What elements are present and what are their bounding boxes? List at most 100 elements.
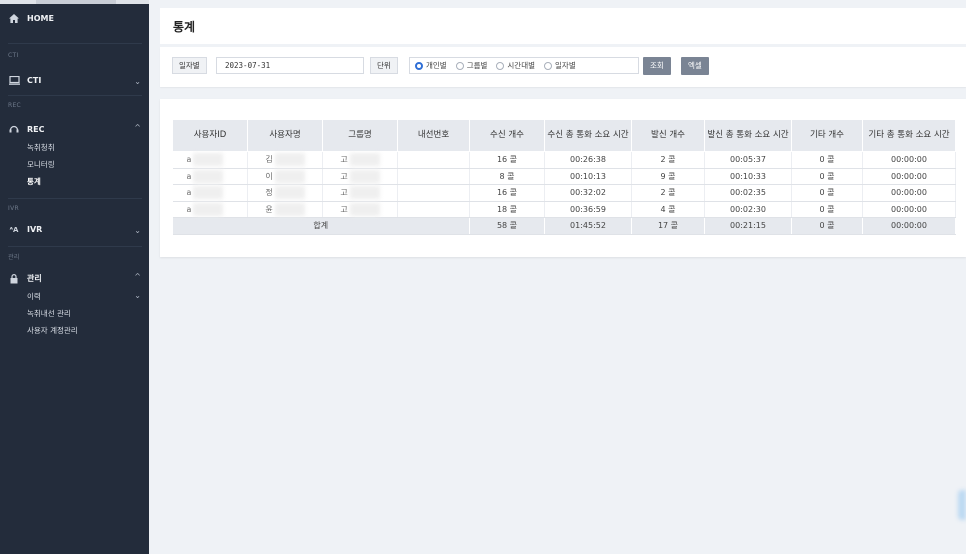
user-name-cell: 김 (247, 151, 323, 169)
unit-label: 단위 (370, 57, 398, 74)
ivr-icon: ᴬA (9, 225, 19, 234)
extension-cell (397, 184, 470, 202)
floating-widget-edge[interactable] (958, 490, 966, 520)
radio-hourly[interactable]: 시간대별 (496, 60, 535, 71)
other-duration-cell: 00:00:00 (862, 184, 956, 202)
radio-empty-icon (455, 61, 464, 70)
sidebar-subitem-user-account-management[interactable]: 사용자 계정관리 (27, 325, 78, 336)
inbound-count-cell: 16 콜 (469, 184, 545, 202)
group-name-cell: 고 (322, 168, 398, 185)
inbound-count-cell: 16 콜 (469, 151, 545, 169)
table-row[interactable]: a 정 고 16 콜 00:32:02 2 콜 00:02:35 0 콜 00:… (172, 184, 956, 202)
inbound-duration-cell: 00:26:38 (544, 151, 632, 169)
sidebar-item-admin[interactable]: 관리 (8, 273, 42, 284)
section-label-cti: CTI (8, 52, 19, 59)
chevron-up-icon[interactable]: ^ (134, 272, 141, 281)
sidebar-admin-label: 관리 (27, 274, 42, 283)
outbound-duration-cell: 00:05:37 (704, 151, 792, 169)
headset-icon (8, 124, 20, 134)
sidebar-rec-label: REC (27, 124, 45, 134)
total-outbound-duration: 00:21:15 (704, 217, 792, 235)
column-header: 기타 개수 (791, 119, 863, 152)
outbound-duration-cell: 00:02:30 (704, 201, 792, 218)
chevron-down-icon[interactable]: ⌄ (134, 226, 141, 235)
other-count-cell: 0 콜 (791, 201, 863, 218)
extension-cell (397, 151, 470, 169)
user-id-cell: a (172, 168, 248, 185)
statistics-table: 사용자ID 사용자명 그룹명 내선번호 수신 개수 수신 총 통화 소요 시간 … (172, 119, 956, 235)
sidebar: HOME CTI CTI ⌄ REC REC ^ 녹취청취 모니터링 통계 IV… (0, 0, 149, 554)
section-label-rec: REC (8, 102, 22, 109)
group-name-cell: 고 (322, 184, 398, 202)
other-duration-cell: 00:00:00 (862, 151, 956, 169)
chevron-down-icon[interactable]: ⌄ (134, 77, 141, 86)
sidebar-item-home[interactable]: HOME (8, 14, 54, 23)
column-header: 수신 개수 (469, 119, 545, 152)
inbound-count-cell: 18 콜 (469, 201, 545, 218)
sidebar-divider (8, 198, 142, 199)
extension-cell (397, 201, 470, 218)
total-other-duration: 00:00:00 (862, 217, 956, 235)
radio-empty-icon (544, 61, 553, 70)
user-id-cell: a (172, 184, 248, 202)
page-header: 통계 (160, 8, 966, 44)
other-count-cell: 0 콜 (791, 151, 863, 169)
monitor-icon (8, 76, 20, 85)
inbound-duration-cell: 00:36:59 (544, 201, 632, 218)
column-header: 사용자ID (172, 119, 248, 152)
table-row[interactable]: a 이 고 8 콜 00:10:13 9 콜 00:10:33 0 콜 00:0… (172, 168, 956, 185)
radio-label: 그룹별 (466, 61, 488, 70)
chevron-up-icon[interactable]: ^ (134, 123, 141, 132)
user-name-cell: 윤 (247, 201, 323, 218)
section-label-ivr: IVR (8, 205, 19, 212)
total-other-count: 0 콜 (791, 217, 863, 235)
table-row[interactable]: a 윤 고 18 콜 00:36:59 4 콜 00:02:30 0 콜 00:… (172, 201, 956, 218)
date-input[interactable]: 2023-07-31 (216, 57, 364, 74)
sidebar-subitem-recording-listen[interactable]: 녹취청취 (27, 142, 55, 153)
sidebar-divider (8, 246, 142, 247)
user-name-cell: 이 (247, 168, 323, 185)
inbound-count-cell: 8 콜 (469, 168, 545, 185)
radio-label: 개인별 (426, 61, 447, 70)
other-duration-cell: 00:00:00 (862, 168, 956, 185)
outbound-count-cell: 2 콜 (631, 184, 705, 202)
unit-radio-group: 개인별 그룹별 시간대별 일자별 (409, 57, 639, 74)
inbound-duration-cell: 00:32:02 (544, 184, 632, 202)
column-header: 발신 총 통화 소요 시간 (704, 119, 792, 152)
sidebar-divider (8, 95, 142, 96)
chevron-down-icon[interactable]: ⌄ (134, 291, 141, 300)
user-id-cell: a (172, 201, 248, 218)
radio-label: 시간대별 (507, 61, 536, 70)
home-icon (8, 14, 20, 23)
column-header: 내선번호 (397, 119, 470, 152)
sidebar-item-rec[interactable]: REC (8, 124, 45, 134)
outbound-count-cell: 9 콜 (631, 168, 705, 185)
outbound-count-cell: 2 콜 (631, 151, 705, 169)
user-id-cell: a (172, 151, 248, 169)
radio-group-unit[interactable]: 그룹별 (455, 60, 488, 71)
sidebar-ivr-label: IVR (27, 225, 43, 234)
total-label: 합계 (172, 217, 470, 235)
radio-individual[interactable]: 개인별 (415, 60, 447, 71)
extension-cell (397, 168, 470, 185)
sidebar-subitem-statistics[interactable]: 통계 (27, 176, 41, 187)
other-count-cell: 0 콜 (791, 168, 863, 185)
radio-empty-icon (496, 61, 505, 70)
column-header: 발신 개수 (631, 119, 705, 152)
outbound-duration-cell: 00:10:33 (704, 168, 792, 185)
other-duration-cell: 00:00:00 (862, 201, 956, 218)
sidebar-subitem-extension-management[interactable]: 녹취내선 관리 (27, 308, 71, 319)
filter-bar: 일자별 2023-07-31 단위 개인별 그룹별 시간대별 일자별 조회 엑셀 (160, 47, 966, 87)
search-button[interactable]: 조회 (643, 57, 671, 75)
sidebar-item-ivr[interactable]: ᴬA IVR (8, 225, 43, 234)
sidebar-item-cti[interactable]: CTI (8, 76, 41, 85)
radio-daily[interactable]: 일자별 (544, 60, 576, 71)
sidebar-subitem-history[interactable]: 이력 (27, 291, 41, 302)
sidebar-subitem-monitoring[interactable]: 모니터링 (27, 159, 55, 170)
column-header: 기타 총 통화 소요 시간 (862, 119, 956, 152)
excel-export-button[interactable]: 엑셀 (681, 57, 709, 75)
inbound-duration-cell: 00:10:13 (544, 168, 632, 185)
page-title: 통계 (173, 20, 196, 34)
group-name-cell: 고 (322, 151, 398, 169)
table-row[interactable]: a 김 고 16 콜 00:26:38 2 콜 00:05:37 0 콜 00:… (172, 151, 956, 169)
